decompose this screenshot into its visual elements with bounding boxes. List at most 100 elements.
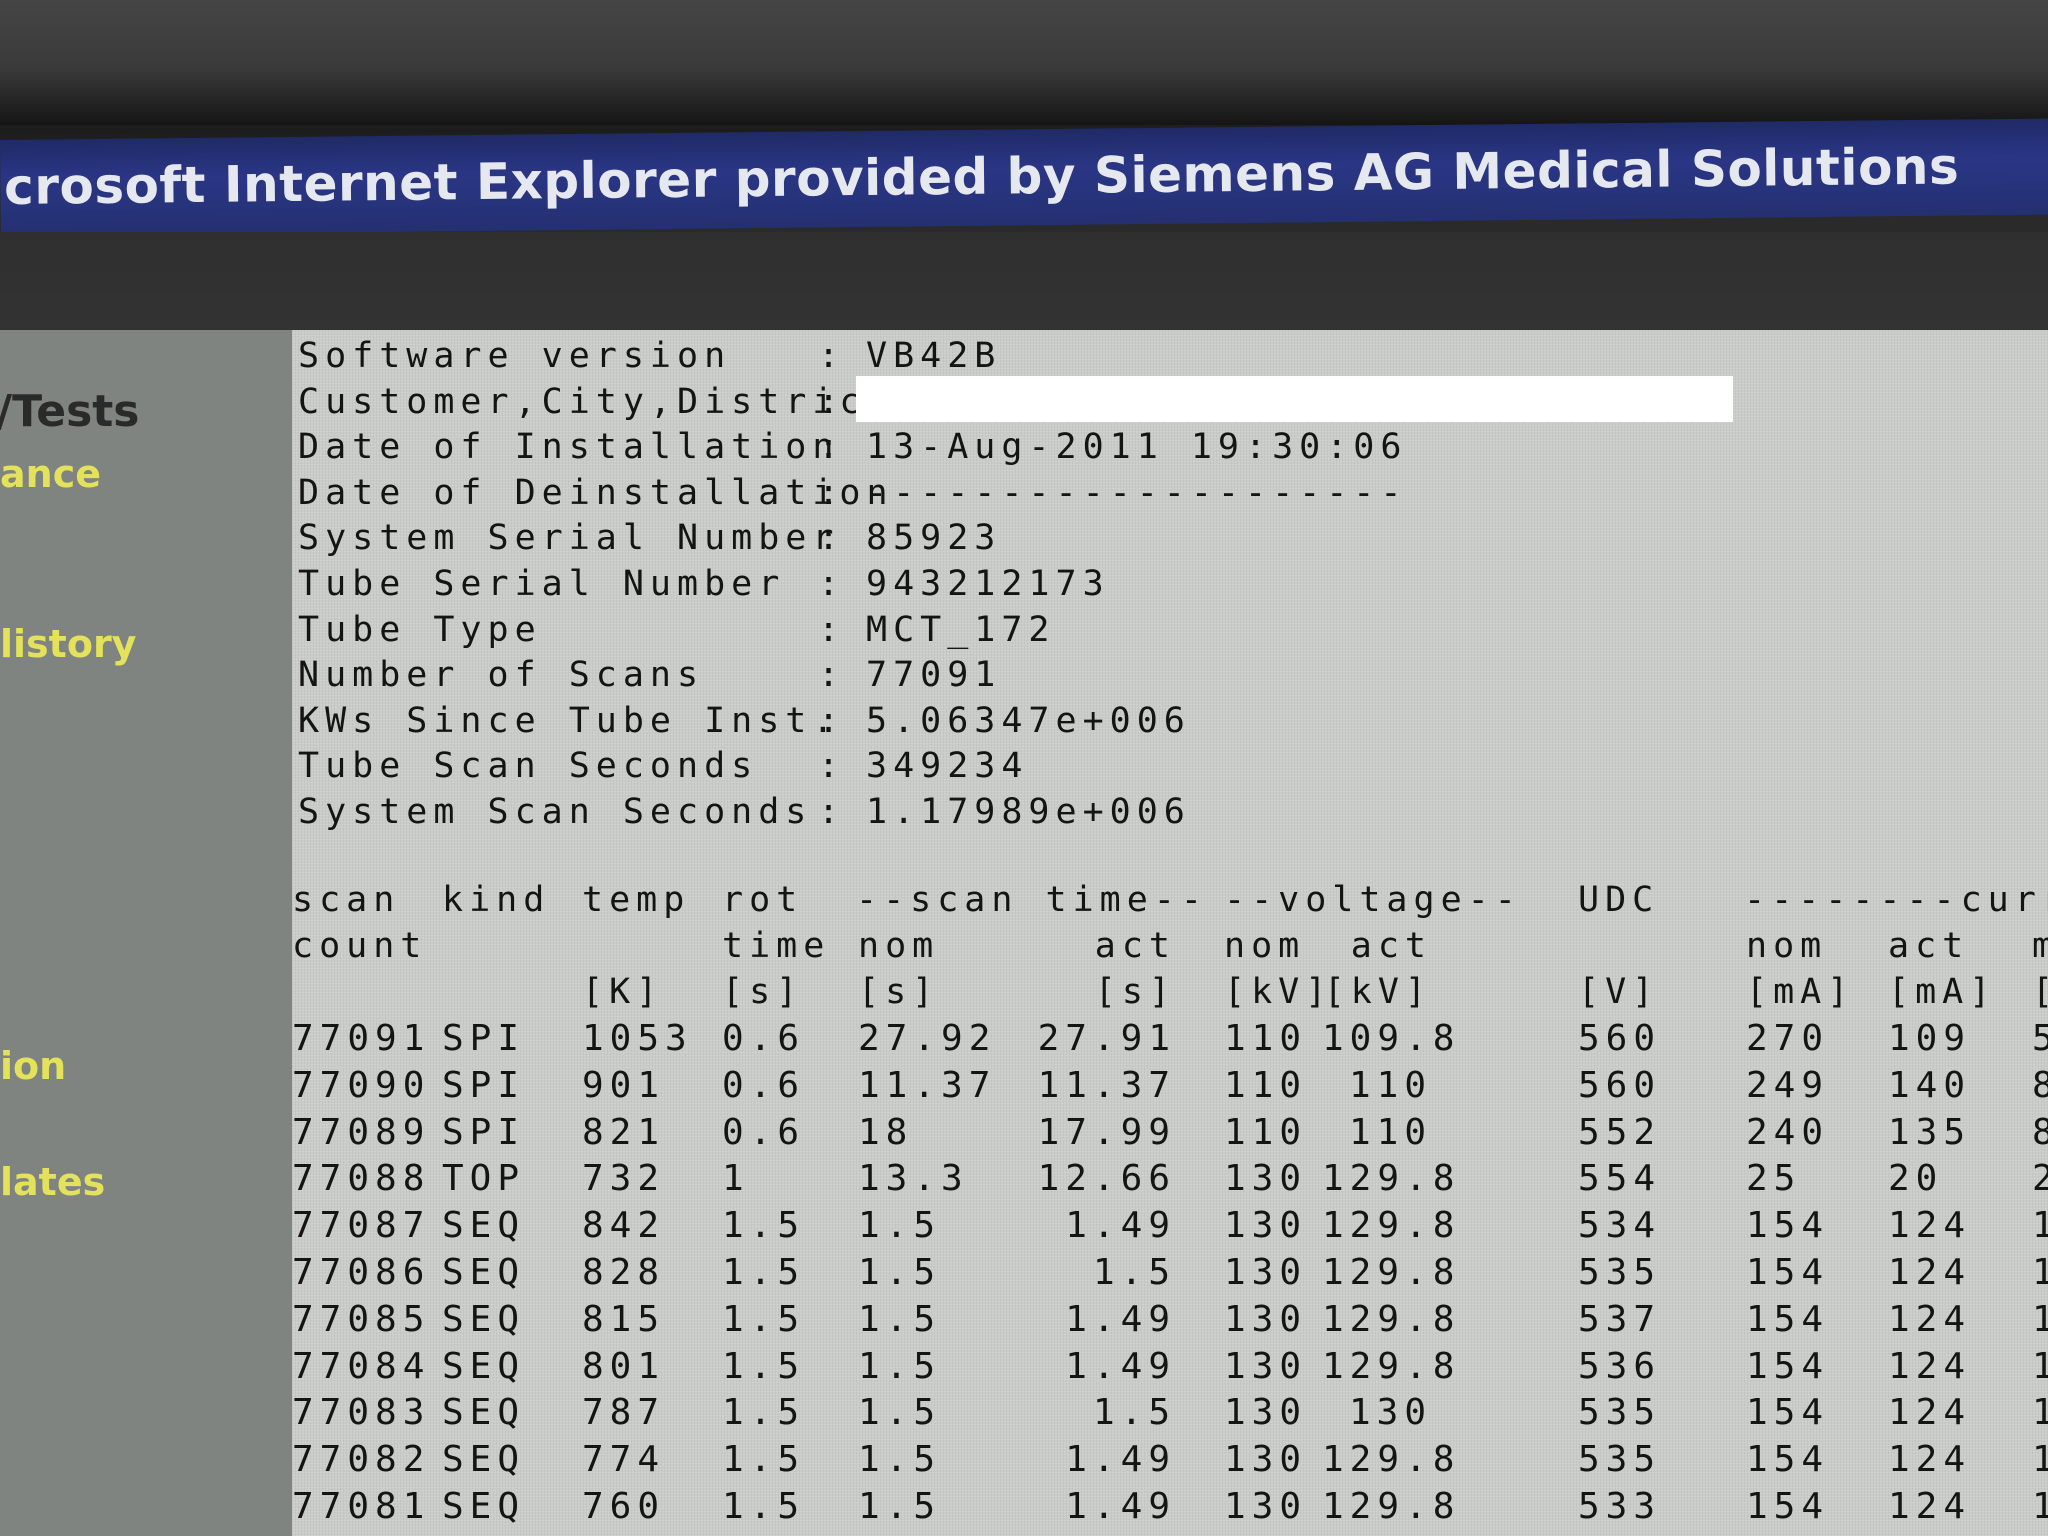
table-cell-cur-nom: 25 [1746, 1158, 1802, 1200]
info-value: 1.17989e+006 [866, 792, 1191, 832]
info-label: KWs Since Tube Inst. [298, 700, 840, 741]
info-label: Tube Type [298, 609, 542, 650]
table-cell-temp: 815 [582, 1298, 666, 1340]
table-cell-udc: 554 [1578, 1158, 1662, 1200]
table-cell-scan-count: 77085 [292, 1298, 431, 1340]
table-cell-cur-act: 124 [1888, 1392, 1972, 1434]
header-cur-cut: m [2032, 926, 2048, 966]
table-cell-temp: 1053 [582, 1018, 693, 1059]
table-cell-temp: 774 [582, 1439, 666, 1481]
table-cell-cur-act: 124 [1888, 1298, 1972, 1340]
info-colon: : [818, 381, 846, 422]
info-value: 77091 [866, 655, 1002, 696]
header-scan-nom-unit: [s] [858, 972, 940, 1012]
table-cell-scan-act: 1.49 [1065, 1486, 1176, 1527]
table-cell-udc: 537 [1578, 1298, 1662, 1340]
table-cell-volt-act: 129.8 [1322, 1205, 1461, 1247]
table-cell-cur-nom: 154 [1746, 1439, 1830, 1481]
table-cell-volt-nom: 130 [1224, 1439, 1308, 1481]
table-cell-rot-time: 0.6 [722, 1111, 806, 1153]
info-value: 5.06347e+006 [866, 700, 1191, 741]
table-cell-volt-act: 110 [1348, 1064, 1432, 1106]
table-cell-volt-nom: 110 [1224, 1111, 1308, 1153]
table-cell-volt-nom: 130 [1224, 1158, 1308, 1200]
info-label: Date of Installation [298, 427, 840, 468]
window-title: icrosoft Internet Explorer provided by S… [0, 137, 1960, 217]
table-cell-rot-time: 1.5 [722, 1205, 806, 1247]
header-volt-act: act [1350, 926, 1432, 966]
table-cell-udc: 533 [1578, 1486, 1662, 1527]
table-cell-cur-cut: 1 [2032, 1486, 2048, 1527]
header-volt-act-unit: [kV] [1323, 972, 1432, 1012]
header-cur-act-unit: [mA] [1888, 972, 1997, 1012]
header-group-scan-time: --scan time-- [856, 880, 1208, 920]
table-cell-rot-time: 1.5 [722, 1439, 806, 1481]
sidebar-item-configuration[interactable]: ion [0, 1044, 66, 1088]
sidebar-item-maintenance[interactable]: ance [0, 452, 101, 496]
table-cell-rot-time: 1.5 [722, 1392, 806, 1434]
header-scan-count: scan [292, 880, 401, 920]
table-cell-rot-time: 1.5 [722, 1486, 806, 1527]
info-colon: : [818, 746, 846, 787]
info-colon: : [818, 564, 846, 604]
table-cell-cur-cut: 8 [2032, 1112, 2048, 1153]
table-cell-cur-cut: 1 [2032, 1346, 2048, 1387]
table-cell-udc: 534 [1578, 1205, 1662, 1247]
table-cell-cur-act: 20 [1888, 1158, 1944, 1200]
table-cell-temp: 842 [582, 1205, 666, 1247]
table-cell-scan-count: 77086 [292, 1252, 431, 1293]
table-cell-volt-nom: 110 [1224, 1064, 1308, 1106]
table-cell-cur-cut: 1 [2032, 1299, 2048, 1340]
info-colon: : [818, 472, 846, 513]
table-cell-cur-nom: 270 [1746, 1018, 1830, 1059]
table-cell-cur-nom: 154 [1746, 1205, 1830, 1247]
table-cell-temp: 732 [582, 1158, 666, 1200]
table-cell-cur-nom: 154 [1746, 1252, 1830, 1293]
info-colon: : [818, 427, 846, 468]
table-cell-cur-cut: 5 [2032, 1018, 2048, 1059]
table-cell-scan-nom: 18 [858, 1111, 914, 1153]
table-cell-scan-act: 11.37 [1037, 1064, 1176, 1106]
table-cell-scan-nom: 1.5 [858, 1392, 942, 1434]
info-colon: : [818, 336, 846, 376]
table-cell-scan-count: 77083 [292, 1392, 431, 1434]
header-scan-act: act [1094, 926, 1176, 966]
table-cell-cur-cut: 8 [2032, 1065, 2048, 1106]
sidebar-item-history[interactable]: listory [0, 622, 136, 666]
table-cell-cur-act: 135 [1888, 1111, 1972, 1153]
table-cell-volt-act: 110 [1348, 1111, 1432, 1153]
table-cell-scan-count: 77091 [292, 1018, 431, 1059]
table-cell-scan-count: 77089 [292, 1111, 431, 1153]
table-cell-volt-act: 129.8 [1322, 1345, 1461, 1387]
table-cell-scan-nom: 13.3 [858, 1158, 969, 1200]
header-volt-nom-unit: [kV] [1224, 972, 1333, 1012]
table-cell-scan-act: 12.66 [1037, 1158, 1176, 1200]
table-cell-volt-act: 109.8 [1322, 1018, 1461, 1059]
info-label: Tube Serial Number [298, 564, 786, 604]
info-label: Customer,City,District [298, 381, 894, 422]
info-value: -------------------- [866, 472, 1408, 513]
table-cell-rot-time: 0.6 [722, 1064, 806, 1106]
header-rot-time: time [722, 926, 831, 966]
table-cell-scan-act: 1.49 [1065, 1205, 1176, 1247]
table-cell-cur-act: 124 [1888, 1486, 1972, 1527]
info-value: VB42B [866, 336, 1002, 376]
table-cell-cur-nom: 154 [1746, 1345, 1830, 1387]
table-cell-temp: 787 [582, 1392, 666, 1434]
sidebar-item-updates[interactable]: lates [0, 1160, 105, 1204]
table-cell-volt-nom: 130 [1224, 1205, 1308, 1247]
table-cell-cur-nom: 240 [1746, 1111, 1830, 1153]
table-cell-temp: 901 [582, 1064, 666, 1106]
table-cell-temp: 821 [582, 1111, 666, 1153]
info-value: 349234 [866, 746, 1029, 787]
window-title-bar: icrosoft Internet Explorer provided by S… [0, 118, 2048, 236]
table-cell-volt-act: 130 [1348, 1392, 1432, 1434]
info-colon: : [818, 655, 846, 696]
table-cell-kind: SEQ [442, 1345, 526, 1387]
table-cell-kind: SEQ [442, 1392, 526, 1434]
table-cell-scan-act: 1.5 [1092, 1252, 1176, 1293]
table-cell-scan-nom: 27.92 [858, 1018, 997, 1059]
redaction-box [856, 376, 1733, 422]
table-cell-cur-act: 109 [1888, 1018, 1972, 1059]
table-cell-volt-act: 129.8 [1322, 1158, 1461, 1200]
